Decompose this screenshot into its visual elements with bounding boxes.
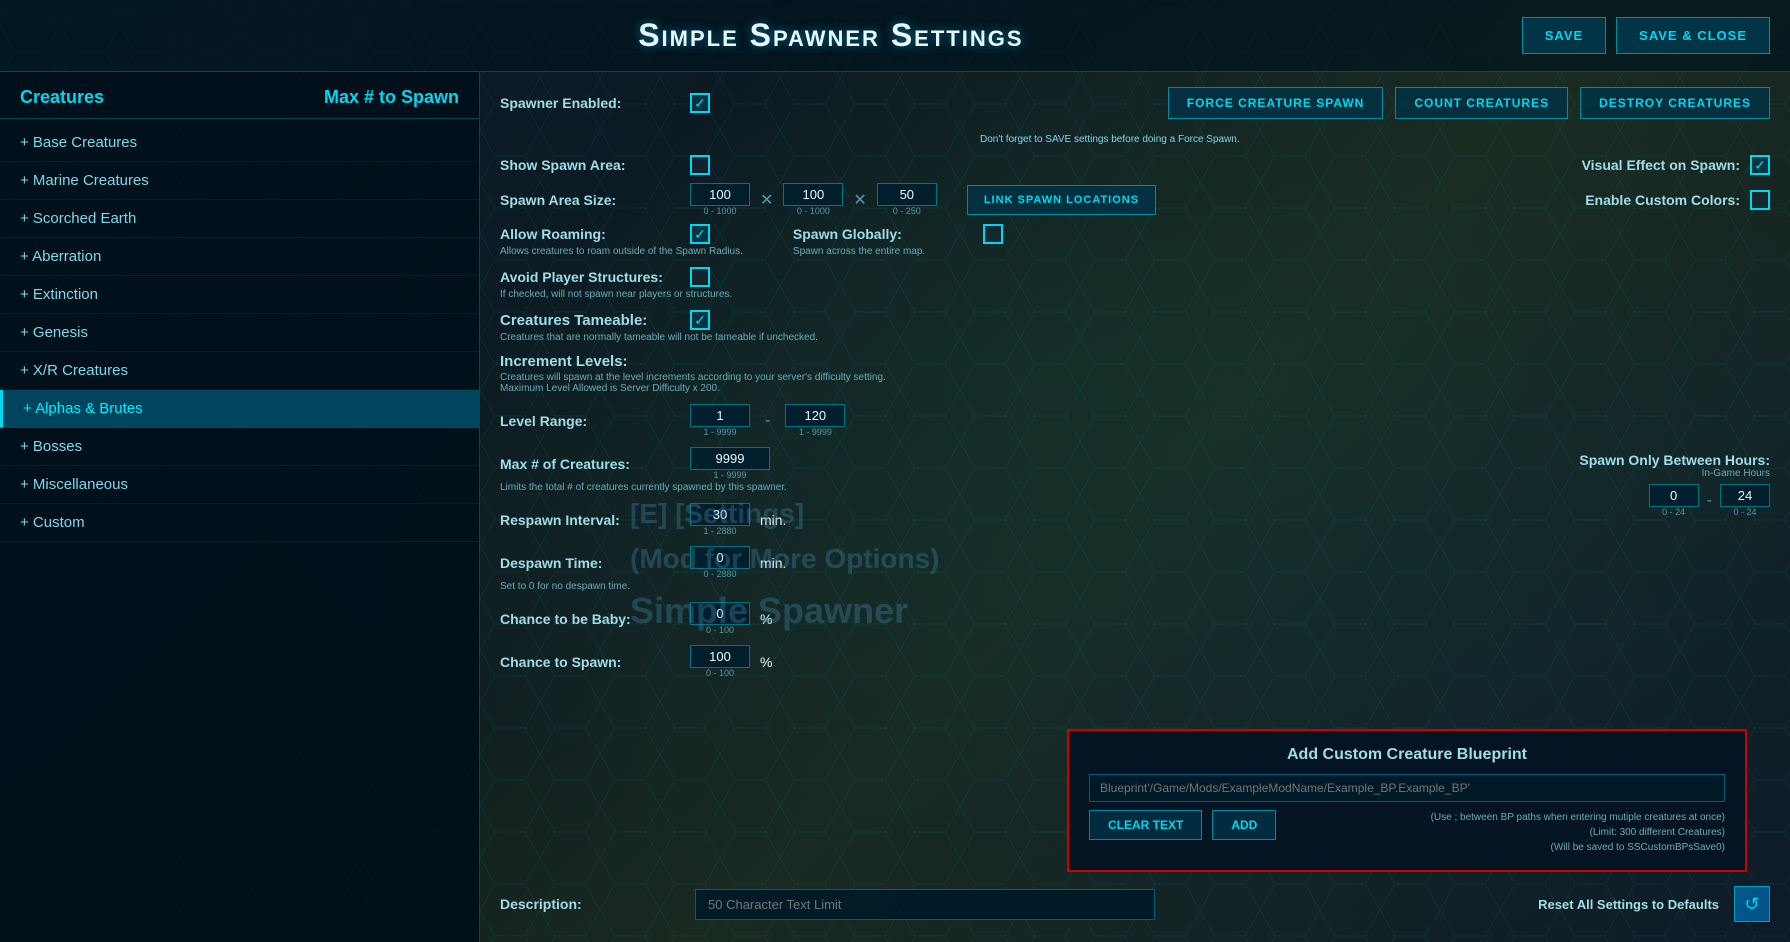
increment-levels-note: Creatures will spawn at the level increm… xyxy=(500,372,900,394)
allow-roaming-checkbox[interactable] xyxy=(690,224,710,244)
custom-bp-note3: (Will be saved to SSCustomBPsSave0) xyxy=(1286,840,1725,855)
max-creatures-input[interactable] xyxy=(690,447,770,470)
visual-effect-checkbox[interactable] xyxy=(1750,155,1770,175)
sidebar-item-scorched[interactable]: + Scorched Earth xyxy=(0,200,479,238)
count-creatures-button[interactable]: COUNT CREATURES xyxy=(1395,87,1568,119)
sidebar-item-xr[interactable]: + X/R Creatures xyxy=(0,352,479,390)
force-spawn-note-area: Don't forget to SAVE settings before doi… xyxy=(980,129,1770,147)
add-bp-button[interactable]: ADD xyxy=(1212,810,1276,840)
custom-colors-checkbox[interactable] xyxy=(1750,190,1770,210)
custom-bp-dialog: Add Custom Creature Blueprint Clear Text… xyxy=(1067,729,1747,872)
spawn-x-range: 0 - 1000 xyxy=(690,206,750,216)
respawn-interval-label: Respawn Interval: xyxy=(500,512,680,528)
increment-levels-label: Increment Levels: xyxy=(500,353,680,370)
respawn-input[interactable] xyxy=(690,503,750,526)
chance-spawn-input[interactable] xyxy=(690,645,750,668)
sidebar-item-alphas[interactable]: + Alphas & Brutes xyxy=(0,390,479,428)
avoid-structures-label: Avoid Player Structures: xyxy=(500,269,680,285)
sidebar-max-spawn-label: Max # to Spawn xyxy=(324,87,459,108)
reset-label: Reset All Settings to Defaults xyxy=(1538,897,1719,912)
spawn-y-range: 0 - 1000 xyxy=(783,206,843,216)
content-area: [E] [Settings] (Mod for More Options) Si… xyxy=(480,72,1790,942)
custom-bp-title: Add Custom Creature Blueprint xyxy=(1089,746,1725,764)
destroy-creatures-button[interactable]: DESTROY CREATURES xyxy=(1580,87,1770,119)
level-max-input[interactable] xyxy=(785,404,845,427)
description-input[interactable] xyxy=(695,889,1155,920)
despawn-unit: min. xyxy=(760,555,786,571)
sidebar-item-bosses[interactable]: + Bosses xyxy=(0,428,479,466)
spawn-z-input[interactable] xyxy=(877,183,937,206)
despawn-input[interactable] xyxy=(690,546,750,569)
save-button[interactable]: SAVE xyxy=(1522,17,1606,54)
custom-bp-input[interactable] xyxy=(1089,774,1725,802)
spawner-enabled-checkbox[interactable] xyxy=(690,93,710,113)
spawn-hours-section: Spawn Only Between Hours: In-Game Hours … xyxy=(1579,452,1770,517)
sidebar-item-extinction[interactable]: + Extinction xyxy=(0,276,479,314)
chance-baby-unit: % xyxy=(760,611,772,627)
creatures-tameable-label: Creatures Tameable: xyxy=(500,312,680,329)
spawn-y-input[interactable] xyxy=(783,183,843,206)
force-spawn-note: Don't forget to SAVE settings before doi… xyxy=(980,134,1240,145)
link-spawn-button[interactable]: LINK SPAWN LOCATIONS xyxy=(967,185,1156,215)
sidebar-creatures-label: Creatures xyxy=(20,87,104,108)
spawn-hour-end-input[interactable] xyxy=(1720,484,1770,507)
chance-spawn-unit: % xyxy=(760,654,772,670)
sidebar-item-base[interactable]: + Base Creatures xyxy=(0,124,479,162)
level-min-range: 1 - 9999 xyxy=(690,427,750,437)
max-creatures-label: Max # of Creatures: xyxy=(500,456,680,472)
chance-spawn-range: 0 - 100 xyxy=(690,668,750,678)
level-min-input[interactable] xyxy=(690,404,750,427)
level-max-range: 1 - 9999 xyxy=(785,427,845,437)
chance-baby-range: 0 - 100 xyxy=(690,625,750,635)
top-action-row: Spawner Enabled: FORCE CREATURE SPAWN CO… xyxy=(500,87,1770,119)
spawn-globally-note: Spawn across the entire map. xyxy=(793,246,1003,257)
sidebar-item-genesis[interactable]: + Genesis xyxy=(0,314,479,352)
custom-colors-label: Enable Custom Colors: xyxy=(1560,192,1740,208)
respawn-unit: min. xyxy=(760,512,786,528)
spawn-hours-title: Spawn Only Between Hours: xyxy=(1579,452,1770,468)
chance-baby-label: Chance to be Baby: xyxy=(500,611,680,627)
chance-baby-input[interactable] xyxy=(690,602,750,625)
sidebar-item-custom[interactable]: + Custom xyxy=(0,504,479,542)
reset-button[interactable]: ↺ xyxy=(1734,886,1770,922)
spawn-globally-checkbox[interactable] xyxy=(983,224,1003,244)
save-close-button[interactable]: SAVE & CLOSE xyxy=(1616,17,1770,54)
show-spawn-area-label: Show Spawn Area: xyxy=(500,157,680,173)
avoid-structures-note: If checked, will not spawn near players … xyxy=(500,289,1770,300)
page-title: Simple Spawner Settings xyxy=(140,17,1522,54)
description-label: Description: xyxy=(500,896,680,912)
spawn-area-size-label: Spawn Area Size: xyxy=(500,192,680,208)
clear-text-button[interactable]: Clear Text xyxy=(1089,810,1202,840)
sidebar-item-misc[interactable]: + Miscellaneous xyxy=(0,466,479,504)
sidebar-item-aberration[interactable]: + Aberration xyxy=(0,238,479,276)
despawn-note: Set to 0 for no despawn time. xyxy=(500,581,1770,592)
spawn-hours-sub: In-Game Hours xyxy=(1579,468,1770,479)
spawn-globally-label: Spawn Globally: xyxy=(793,226,973,242)
respawn-range: 1 - 2880 xyxy=(690,526,750,536)
show-spawn-area-checkbox[interactable] xyxy=(690,155,710,175)
level-range-label: Level Range: xyxy=(500,413,680,429)
creatures-tameable-note: Creatures that are normally tameable wil… xyxy=(500,332,850,343)
despawn-time-label: Despawn Time: xyxy=(500,555,680,571)
avoid-structures-checkbox[interactable] xyxy=(690,267,710,287)
spawn-hour-start-input[interactable] xyxy=(1649,484,1699,507)
visual-effect-label: Visual Effect on Spawn: xyxy=(1560,157,1740,173)
creatures-tameable-checkbox[interactable] xyxy=(690,310,710,330)
spawner-enabled-label: Spawner Enabled: xyxy=(500,95,680,111)
despawn-range: 0 - 2880 xyxy=(690,569,750,579)
description-bar: Description: Reset All Settings to Defau… xyxy=(500,886,1770,922)
allow-roaming-note: Allows creatures to roam outside of the … xyxy=(500,246,743,257)
custom-bp-note2: (Limit: 300 different Creatures) xyxy=(1286,825,1725,840)
sidebar-item-marine[interactable]: + Marine Creatures xyxy=(0,162,479,200)
force-spawn-button[interactable]: FORCE CREATURE SPAWN xyxy=(1168,87,1384,119)
spawn-z-range: 0 - 250 xyxy=(877,206,937,216)
max-creatures-note: Limits the total # of creatures currentl… xyxy=(500,482,850,493)
chance-spawn-label: Chance to Spawn: xyxy=(500,654,680,670)
custom-bp-note1: (Use ; between BP paths when entering mu… xyxy=(1286,810,1725,825)
spawn-x-input[interactable] xyxy=(690,183,750,206)
max-creatures-range: 1 - 9999 xyxy=(690,470,770,480)
allow-roaming-label: Allow Roaming: xyxy=(500,226,680,242)
sidebar: Creatures Max # to Spawn + Base Creature… xyxy=(0,72,480,942)
